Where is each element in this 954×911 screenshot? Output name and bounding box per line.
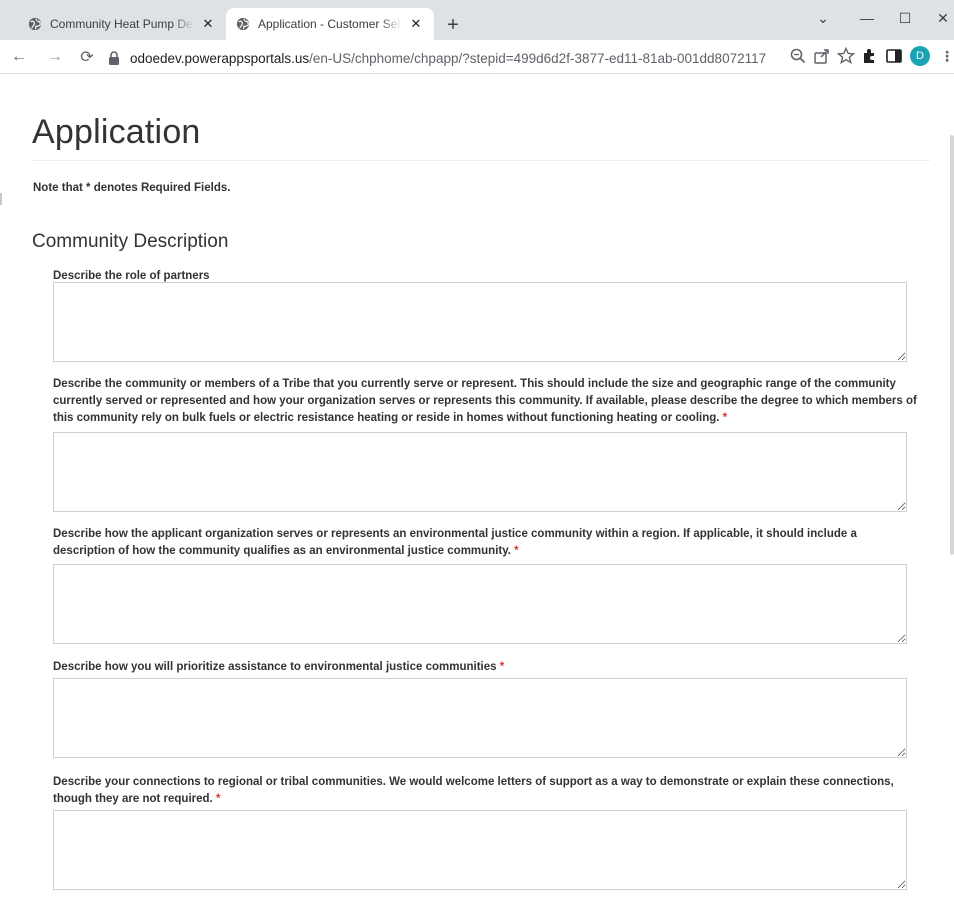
- tab-search-dropdown-icon[interactable]: ⌄: [808, 6, 838, 30]
- field-label-text: Describe how the applicant organization …: [53, 528, 857, 557]
- url-path: /en-US/chphome/chpapp/?stepid=499d6d2f-3…: [309, 50, 767, 66]
- required-fields-note: Note that * denotes Required Fields.: [33, 182, 231, 194]
- page-scrollbar[interactable]: [950, 135, 954, 555]
- prioritize-assistance-textarea[interactable]: [53, 678, 907, 758]
- field-label-text: Describe the community or members of a T…: [53, 378, 917, 424]
- title-divider: [32, 160, 930, 161]
- regional-tribal-connections-textarea[interactable]: [53, 810, 907, 890]
- back-button[interactable]: ←: [8, 46, 30, 68]
- close-tab-icon[interactable]: ✕: [200, 16, 216, 32]
- globe-icon: [236, 17, 250, 31]
- field-label-environmental-justice-community: Describe how the applicant organization …: [53, 526, 917, 560]
- browser-tab-application[interactable]: Application - Customer Self-Servi ✕: [226, 8, 434, 40]
- browser-toolbar: ← → ⟳ odoedev.powerappsportals.us/en-US/…: [0, 40, 954, 74]
- required-marker: *: [722, 412, 728, 424]
- zoom-icon[interactable]: [788, 46, 808, 66]
- minimize-button[interactable]: —: [852, 6, 882, 30]
- lock-icon[interactable]: [108, 51, 120, 65]
- field-label-text: Describe your connections to regional or…: [53, 776, 894, 805]
- star-icon[interactable]: [836, 46, 856, 66]
- field-label-community-served: Describe the community or members of a T…: [53, 376, 917, 427]
- field-label-text: Describe the role of partners: [53, 270, 210, 282]
- maximize-button[interactable]: ☐: [890, 6, 920, 30]
- extensions-icon[interactable]: [860, 46, 880, 66]
- tab-title: Community Heat Pump Deploym: [50, 17, 194, 31]
- browser-menu-icon[interactable]: ⋮: [940, 48, 954, 64]
- url-host: odoedev.powerappsportals.us: [130, 50, 310, 66]
- field-label-prioritize-assistance: Describe how you will prioritize assista…: [53, 659, 917, 676]
- profile-avatar[interactable]: D: [910, 46, 930, 66]
- required-marker: *: [215, 793, 221, 805]
- share-icon[interactable]: [812, 46, 832, 66]
- page-edge-marker: [0, 193, 2, 205]
- field-label-regional-tribal-connections: Describe your connections to regional or…: [53, 774, 917, 808]
- forward-button[interactable]: →: [44, 46, 66, 68]
- browser-tab-community-heat-pump[interactable]: Community Heat Pump Deploym ✕: [18, 8, 226, 40]
- close-window-button[interactable]: ✕: [928, 6, 954, 30]
- page-title: Application: [32, 113, 201, 151]
- role-of-partners-textarea[interactable]: [53, 282, 907, 362]
- environmental-justice-community-textarea[interactable]: [53, 564, 907, 644]
- required-marker: *: [499, 661, 505, 673]
- application-page: Application Note that * denotes Required…: [0, 75, 954, 911]
- field-label-text: Describe how you will prioritize assista…: [53, 661, 497, 673]
- browser-tabstrip: Community Heat Pump Deploym ✕ Applicatio…: [0, 0, 954, 40]
- sidepanel-icon[interactable]: [884, 46, 904, 66]
- section-title-community-description: Community Description: [32, 231, 229, 252]
- community-served-textarea[interactable]: [53, 432, 907, 512]
- new-tab-button[interactable]: +: [442, 14, 464, 36]
- tab-title: Application - Customer Self-Servi: [258, 17, 402, 31]
- required-marker: *: [514, 545, 519, 557]
- close-tab-icon[interactable]: ✕: [408, 16, 424, 32]
- globe-icon: [28, 17, 42, 31]
- reload-button[interactable]: ⟳: [76, 46, 98, 68]
